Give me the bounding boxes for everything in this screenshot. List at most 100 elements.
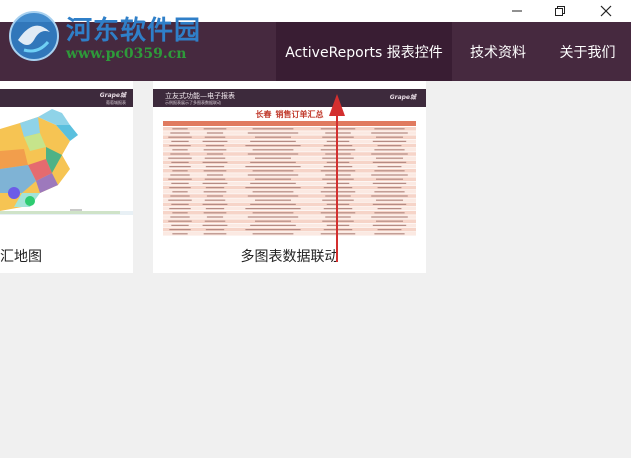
report-table-cell xyxy=(204,199,226,201)
report-table-cell xyxy=(168,136,192,138)
report-table-cell xyxy=(247,216,299,218)
report-table-cell xyxy=(206,174,224,176)
report-table-cell xyxy=(255,199,291,201)
report-table-cell xyxy=(247,174,299,176)
report-table-cell xyxy=(168,157,192,159)
report-table-cell xyxy=(371,153,408,155)
report-table-cell xyxy=(377,208,402,210)
report-table-cell xyxy=(250,224,296,226)
report-table-cell xyxy=(372,140,407,142)
report-table-cell xyxy=(203,128,227,130)
report-table-cell xyxy=(202,182,228,184)
report-table-cell xyxy=(203,170,227,172)
report-table-cell xyxy=(171,203,189,205)
report-table-cell xyxy=(171,161,189,163)
report-table-cell xyxy=(205,145,225,147)
report-table-cell xyxy=(252,191,294,193)
report-table-cell xyxy=(168,199,192,201)
report-table-cell xyxy=(206,132,224,134)
report-table-cell xyxy=(255,136,291,138)
report-table-cell xyxy=(171,182,189,184)
report-table-cell xyxy=(250,203,296,205)
report-table-cell xyxy=(247,195,299,197)
report-table-cell xyxy=(371,216,408,218)
report-table-cell xyxy=(202,224,228,226)
report-table-cell xyxy=(169,145,191,147)
report-table-cell xyxy=(203,212,227,214)
report-table-cell xyxy=(374,233,405,235)
card-thumbnail-map: Grape城 葡萄城报表 xyxy=(0,89,133,239)
report-table-cell xyxy=(170,132,190,134)
demo-card-multi-chart[interactable]: 立友式功能—电子报表 示例报表展示了多图表数据联动 Grape城 长春 销售订单汇… xyxy=(153,81,426,273)
report-table-cell xyxy=(245,187,301,189)
report-title-text: 销售订单汇总 xyxy=(275,110,324,119)
nav-tab-tech-docs[interactable]: 技术资料 xyxy=(452,22,544,81)
report-table-cell xyxy=(170,174,190,176)
report-table-cell xyxy=(202,161,228,163)
site-logo-icon xyxy=(9,11,59,61)
report-table-cell xyxy=(374,212,405,214)
report-table-cell xyxy=(171,140,189,142)
report-table-cell xyxy=(206,195,224,197)
watermark-url: www.pc0359.cn xyxy=(66,46,187,62)
report-table-cell xyxy=(204,220,226,222)
report-table-cell xyxy=(252,233,294,235)
restore-icon xyxy=(555,6,565,16)
report-table-cell xyxy=(170,195,190,197)
minimize-button[interactable] xyxy=(494,0,540,22)
report-table-cell xyxy=(171,224,189,226)
report-table-cell xyxy=(170,216,190,218)
report-table-cell xyxy=(255,157,291,159)
report-table-cell xyxy=(374,149,405,151)
report-brand: Grape城 xyxy=(389,94,416,101)
report-table-cell xyxy=(377,229,402,231)
map-brand-sub: 葡萄城报表 xyxy=(106,99,126,105)
report-header-sub: 示例报表展示了多图表数据联动 xyxy=(165,100,221,105)
report-table-cell xyxy=(245,166,301,168)
report-table-cell xyxy=(169,166,191,168)
report-table-cell xyxy=(202,140,228,142)
report-table-cell xyxy=(371,195,408,197)
nav-tab-about-us[interactable]: 关于我们 xyxy=(544,22,631,81)
report-table-cell xyxy=(377,187,402,189)
report-table-cell xyxy=(371,174,408,176)
report-table-cell xyxy=(247,153,299,155)
report-table-cell xyxy=(377,145,402,147)
minimize-icon xyxy=(512,10,522,12)
map-thumbnail-image: Grape城 葡萄城报表 xyxy=(0,89,133,239)
report-table-cell xyxy=(375,199,404,201)
report-header: 立友式功能—电子报表 示例报表展示了多图表数据联动 Grape城 xyxy=(153,89,426,107)
report-table-cell xyxy=(252,170,294,172)
app-window: ActiveReports 报表控件 技术资料 关于我们 河东软件园 www.p… xyxy=(0,0,631,458)
close-button[interactable] xyxy=(583,0,629,22)
nav-tab-activereports[interactable]: ActiveReports 报表控件 xyxy=(276,22,452,81)
report-tag: 长春 xyxy=(255,110,272,119)
report-table-cell xyxy=(172,212,188,214)
report-table-cell xyxy=(371,132,408,134)
report-table-cell xyxy=(245,229,301,231)
report-table-cell xyxy=(375,136,404,138)
card-thumbnail-report: 立友式功能—电子报表 示例报表展示了多图表数据联动 Grape城 长春 销售订单汇… xyxy=(153,89,426,239)
report-table-cell xyxy=(252,212,294,214)
report-table-cell xyxy=(252,128,294,130)
report-table-cell xyxy=(205,208,225,210)
report-table-cell xyxy=(245,208,301,210)
report-table-cell xyxy=(204,157,226,159)
close-icon xyxy=(600,5,612,17)
report-table-cell xyxy=(250,161,296,163)
report-table-cell xyxy=(169,229,191,231)
report-table xyxy=(163,121,416,236)
report-table-cell xyxy=(255,178,291,180)
report-table-cell xyxy=(374,170,405,172)
map-brand: Grape城 xyxy=(100,91,127,99)
report-table-cell xyxy=(250,182,296,184)
demo-card-map[interactable]: Grape城 葡萄城报表 汇地图 xyxy=(0,81,133,273)
report-table-cell xyxy=(204,136,226,138)
report-table-cell xyxy=(203,149,227,151)
watermark-logo: 河东软件园 www.pc0359.cn xyxy=(0,0,220,72)
report-table-cell xyxy=(172,170,188,172)
report-table-cell xyxy=(372,224,407,226)
restore-button[interactable] xyxy=(537,0,583,22)
report-table-cell xyxy=(169,208,191,210)
report-table-header xyxy=(163,121,416,126)
